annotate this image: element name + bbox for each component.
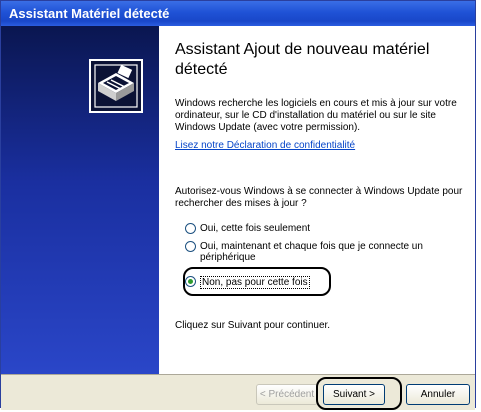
wizard-side-panel [1,26,159,374]
cancel-button[interactable]: Annuler [406,384,470,405]
button-bar: < Précédent Suivant > Annuler [1,374,475,410]
title-bar[interactable]: Assistant Matériel détecté [1,1,475,26]
wizard-heading: Assistant Ajout de nouveau matériel déte… [175,41,430,78]
window-title: Assistant Matériel détecté [9,6,170,21]
hardware-wizard-icon [89,59,143,113]
question-text: Autorisez-vous Windows à se connecter à … [175,186,463,209]
option-once[interactable]: Oui, cette fois seulement [185,223,310,234]
wizard-window: Assistant Matériel détecté Assistant Ajo… [0,0,476,410]
highlight-outline [183,267,331,296]
back-button[interactable]: < Précédent [256,384,318,405]
continue-hint: Cliquez sur Suivant pour continuer. [175,320,331,331]
wizard-content: Assistant Ajout de nouveau matériel déte… [159,26,475,374]
radio-button[interactable] [185,241,196,252]
option-always[interactable]: Oui, maintenant et chaque fois que je co… [185,241,445,263]
option-label: Oui, cette fois seulement [200,223,311,234]
option-label: Oui, maintenant et chaque fois que je co… [200,241,423,263]
radio-button[interactable] [185,223,196,234]
privacy-link[interactable]: Lisez notre Déclaration de confidentiali… [175,140,355,151]
intro-text: Windows recherche les logiciels en cours… [175,98,457,133]
highlight-outline [316,377,402,410]
